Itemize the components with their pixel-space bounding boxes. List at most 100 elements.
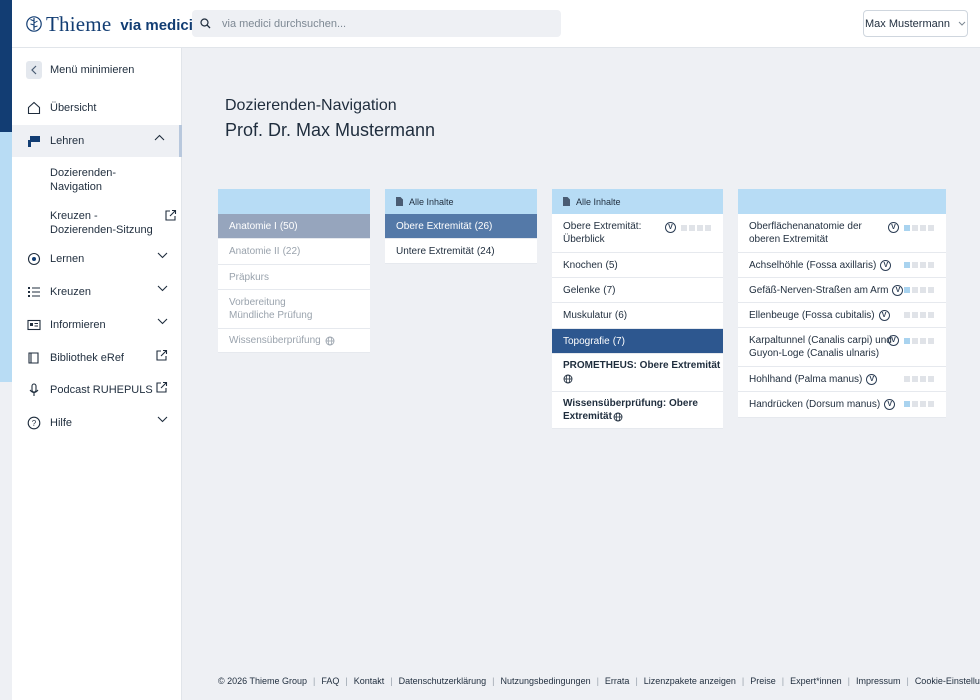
list-item[interactable]: Karpaltunnel (Canalis carpi) und Guyon-L… (738, 328, 946, 367)
footer-separator: | (390, 676, 393, 686)
list-icon (26, 284, 42, 300)
list-item[interactable]: Anatomie I (50) (218, 214, 370, 239)
sidebar-item-hilfe[interactable]: ? Hilfe (12, 407, 182, 439)
sidebar-item-informieren[interactable]: Informieren (12, 309, 182, 341)
footer-link[interactable]: Errata (605, 676, 630, 686)
chevron-down-icon (157, 318, 168, 325)
sidebar-subitem-kreuzen-sitzung[interactable]: Kreuzen - Dozierenden-Sitzung (50, 209, 153, 237)
minimize-menu-label: Menü minimieren (50, 64, 135, 76)
sidebar-item-label: Hilfe (50, 417, 73, 429)
footer-link[interactable]: Preise (750, 676, 776, 686)
sidebar-item-uebersicht[interactable]: Übersicht (12, 92, 182, 124)
progress-bar (904, 401, 934, 407)
column-topics: Alle Inhalte Obere Extremität: Überblick… (552, 189, 723, 429)
search-icon (200, 18, 211, 29)
chevron-left-icon (26, 61, 42, 79)
list-item[interactable]: Präpkurs (218, 265, 370, 290)
list-item[interactable]: Handrücken (Dorsum manus) V (738, 392, 946, 418)
footer-separator: | (635, 676, 638, 686)
list-item[interactable]: Knochen (5) (552, 253, 723, 278)
external-link-icon (156, 381, 168, 393)
video-badge-icon: V (880, 259, 892, 271)
progress-bar (904, 312, 934, 318)
list-item[interactable]: PROMETHEUS: Obere Extremität (552, 354, 723, 392)
accent-strip-light (0, 132, 12, 382)
column-subtopics: Oberflächenanatomie der oberen Extremitä… (738, 189, 946, 418)
footer-link[interactable]: Nutzungsbedingungen (501, 676, 591, 686)
sidebar-subitem-dozierenden-navigation[interactable]: Dozierenden- Navigation (50, 166, 116, 194)
thieme-tree-icon (26, 16, 42, 32)
list-item[interactable]: Ellenbeuge (Fossa cubitalis) V (738, 303, 946, 328)
column-header (738, 189, 946, 214)
sidebar-item-label: Übersicht (50, 102, 97, 114)
footer-link[interactable]: Expert*innen (790, 676, 842, 686)
list-item[interactable]: Oberflächenanatomie der oberen Extremitä… (738, 214, 946, 253)
sidebar-item-bibliothek-eref[interactable]: Bibliothek eRef (12, 342, 182, 374)
list-item[interactable]: Gefäß-Nerven-Straßen am Arm V (738, 278, 946, 303)
sidebar-item-label: Lehren (50, 135, 85, 147)
logo-via-medici-text: via medici (120, 16, 193, 34)
sidebar-item-lehren[interactable]: Lehren (12, 125, 182, 157)
sidebar-item-lernen[interactable]: Lernen (12, 243, 182, 275)
video-badge-icon: V (884, 399, 896, 410)
search-input[interactable]: via medici durchsuchen... (192, 10, 561, 37)
chevron-down-icon (157, 285, 168, 292)
video-badge-icon: V (892, 284, 904, 296)
list-item[interactable]: Topografie (7) (552, 329, 723, 354)
chevron-up-icon (154, 134, 165, 141)
list-item[interactable]: Gelenke (7) (552, 278, 723, 303)
footer-link[interactable]: FAQ (321, 676, 339, 686)
footer-separator: | (345, 676, 348, 686)
column-header (218, 189, 370, 214)
chevron-down-icon (157, 252, 168, 259)
video-badge-icon: V (665, 222, 676, 233)
document-icon (563, 197, 570, 206)
footer-separator: | (492, 676, 495, 686)
column-courses: Anatomie I (50) Anatomie II (22) Präpkurs … (218, 189, 370, 353)
learn-icon (26, 251, 42, 267)
thieme-logo[interactable]: Thieme via medici (26, 11, 193, 37)
list-item[interactable]: Wissensüberprüfung (218, 329, 370, 353)
video-badge-icon: V (866, 373, 878, 385)
list-item[interactable]: Obere Extremität (26) (385, 214, 537, 239)
logo-thieme-text: Thieme (46, 11, 112, 36)
top-header: Thieme via medici via medici durchsuchen… (12, 0, 980, 48)
user-menu-button[interactable]: Max Mustermann (863, 10, 968, 37)
teacher-icon (26, 133, 42, 149)
footer-link[interactable]: Impressum (856, 676, 901, 686)
list-item[interactable]: Obere Extremität: Überblick V (552, 214, 723, 253)
progress-bar (904, 287, 934, 293)
sidebar: Menü minimieren Übersicht Lehren Doziere… (12, 48, 182, 700)
external-link-icon (156, 349, 168, 361)
list-item[interactable]: Hohlhand (Palma manus) V (738, 367, 946, 392)
video-badge-icon: V (888, 335, 899, 346)
list-item[interactable]: Muskulatur (6) (552, 303, 723, 329)
news-icon (26, 317, 42, 333)
home-icon (26, 100, 42, 116)
progress-bar (904, 338, 934, 344)
sidebar-item-label: Kreuzen (50, 286, 91, 298)
sidebar-item-label: Bibliothek eRef (50, 352, 124, 364)
sidebar-item-kreuzen[interactable]: Kreuzen (12, 276, 182, 308)
svg-text:?: ? (32, 419, 37, 428)
list-item[interactable]: Wissensüberprüfung: Obere Extremität (552, 392, 723, 429)
globe-icon (325, 336, 335, 345)
column-header: Alle Inhalte (385, 189, 537, 214)
footer-link[interactable]: Lizenzpakete anzeigen (644, 676, 736, 686)
minimize-menu-button[interactable]: Menü minimieren (26, 61, 134, 79)
video-badge-icon: V (888, 222, 899, 233)
list-item[interactable]: Achselhöhle (Fossa axillaris) V (738, 253, 946, 278)
footer-link[interactable]: Kontakt (354, 676, 385, 686)
list-item[interactable]: Untere Extremität (24) (385, 239, 537, 264)
footer-link[interactable]: Cookie-Einstellungen (915, 676, 980, 686)
footer-link[interactable]: Datenschutzerklärung (399, 676, 487, 686)
footer-separator: | (596, 676, 599, 686)
sidebar-item-podcast-ruhepuls[interactable]: Podcast RUHEPULS (12, 374, 182, 406)
footer-separator: | (781, 676, 785, 686)
page-subtitle: Prof. Dr. Max Mustermann (225, 120, 436, 140)
list-item[interactable]: Vorbereitung Mündliche Prüfung (218, 290, 370, 329)
progress-bar (904, 262, 934, 268)
list-item[interactable]: Anatomie II (22) (218, 239, 370, 265)
progress-bar (904, 376, 934, 382)
page-title: Dozierenden-Navigation (225, 97, 397, 114)
